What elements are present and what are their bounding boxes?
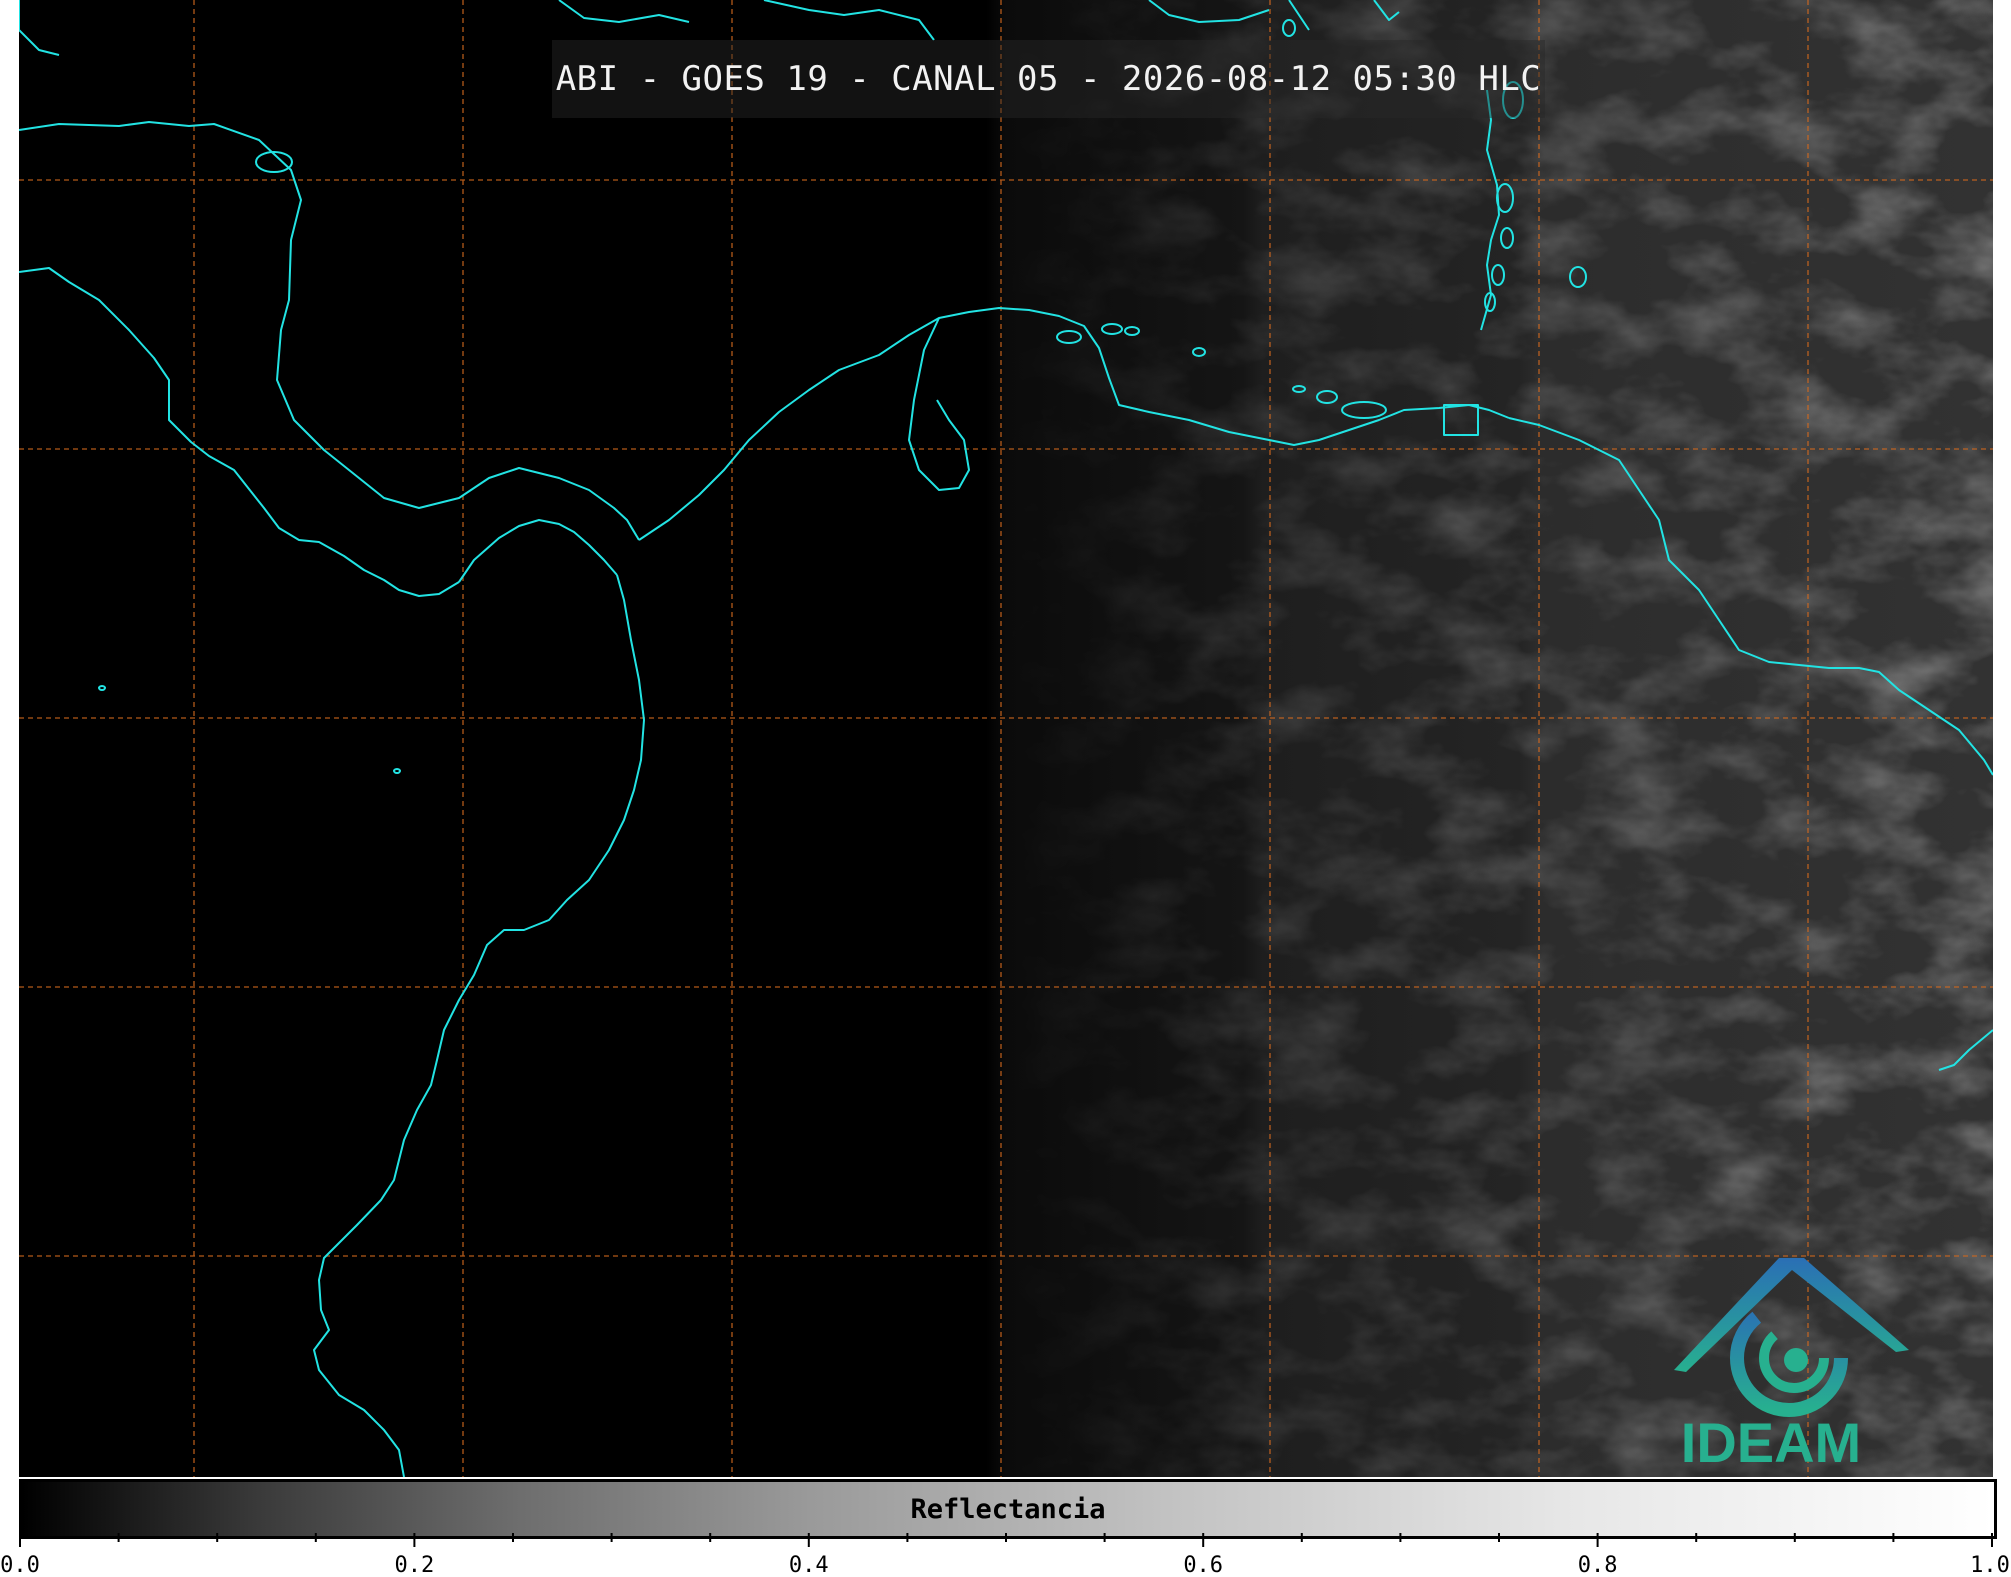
colorbar-tick-label: 0.8 [1577, 1553, 1618, 1577]
map-title: ABI - GOES 19 - CANAL 05 - 2026-08-12 05… [552, 40, 1545, 118]
colorbar-tick-label: 0.4 [788, 1553, 829, 1577]
reflectance-colorbar: Reflectancia [19, 1479, 1997, 1539]
colorbar-tick-label: 0.0 [0, 1553, 40, 1577]
map-canvas [19, 0, 1993, 1477]
figure: ABI - GOES 19 - CANAL 05 - 2026-08-12 05… [0, 0, 2011, 1577]
colorbar-label: Reflectancia [910, 1494, 1106, 1525]
ideam-logo-text: IDEAM [1680, 1411, 1862, 1474]
colorbar-tick-label: 0.2 [394, 1553, 435, 1577]
colorbar-tick-label: 0.6 [1183, 1553, 1224, 1577]
satellite-map: ABI - GOES 19 - CANAL 05 - 2026-08-12 05… [19, 0, 1993, 1477]
colorbar-ticks [19, 1533, 1993, 1547]
colorbar-tick-label: 1.0 [1970, 1553, 2010, 1577]
